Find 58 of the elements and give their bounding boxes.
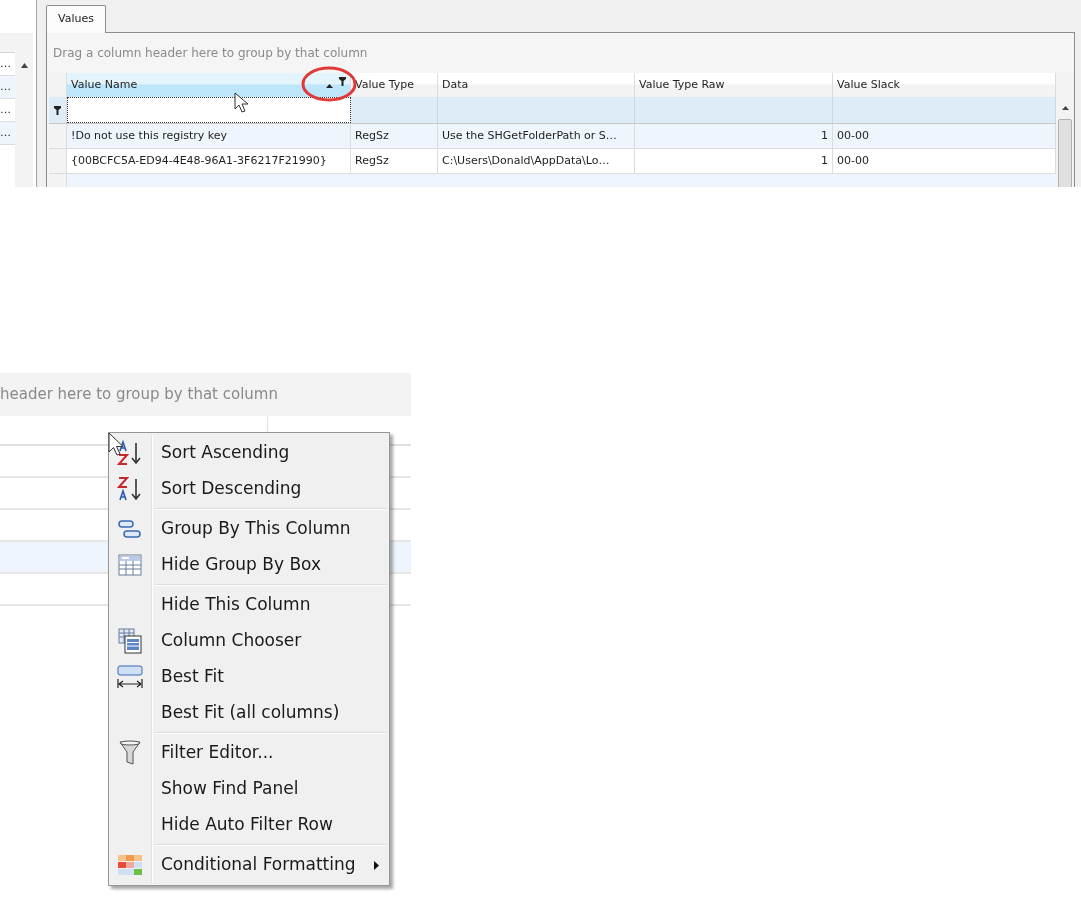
table-icon — [118, 554, 142, 576]
table-cell-text: 00-00 — [837, 127, 869, 144]
group-icon — [118, 519, 142, 539]
menu-item[interactable]: Show Find Panel — [109, 771, 389, 807]
column-header[interactable] — [0, 33, 15, 53]
menu-item[interactable]: Hide Auto Filter Row — [109, 807, 389, 843]
group-panel-hint: Drag a column header here to group by that column — [53, 45, 368, 62]
menu-item[interactable]: Group By This Column — [109, 511, 389, 547]
table-row[interactable]: … — [0, 122, 15, 145]
sort-ascending-icon — [326, 84, 333, 88]
scrollbar[interactable] — [15, 33, 33, 187]
table-cell-text: RegSz — [355, 127, 389, 144]
scroll-up-icon[interactable] — [1061, 106, 1069, 110]
column-header[interactable]: Value Name — [67, 73, 351, 97]
menu-item[interactable]: Hide Group By Box — [109, 547, 389, 583]
scrollbar[interactable] — [1056, 73, 1074, 187]
menu-item[interactable]: Best Fit (all columns) — [109, 695, 389, 731]
menu-item[interactable]: Column Chooser — [109, 623, 389, 659]
column-header[interactable]: Value Slack — [833, 73, 1056, 97]
filter-input[interactable] — [67, 97, 351, 123]
table-cell-text: … — [0, 55, 11, 72]
table-cell-text: … — [0, 78, 11, 95]
column-header[interactable]: Data — [438, 73, 635, 97]
grid-icon — [118, 855, 142, 875]
table-row[interactable]: !Do not use this registry key RegSz Use the SHGetFolderPath or S… 1 00-00 — [49, 124, 1056, 149]
table-row[interactable]: … — [0, 76, 15, 99]
cursor-icon — [234, 92, 250, 114]
table-cell-text: 1 — [821, 152, 828, 169]
table-cell-text: … — [0, 124, 11, 141]
scroll-up-icon[interactable] — [20, 63, 28, 68]
table-cell-text: 00-00 — [837, 152, 869, 169]
table-cell-text: !Do not use this registry key — [71, 127, 228, 144]
row-indicator[interactable] — [49, 124, 67, 148]
menu-item[interactable]: Hide This Column — [109, 587, 389, 623]
menu-item[interactable]: Sort Descending — [109, 471, 389, 507]
filter-icon[interactable] — [339, 77, 346, 86]
menu-item[interactable]: Filter Editor... — [109, 735, 389, 771]
menu-item[interactable]: Conditional Formatting — [109, 847, 389, 883]
column-header[interactable]: Value Type Raw — [635, 73, 833, 97]
sort-descending-icon — [117, 475, 143, 503]
table-row[interactable]: {00BCFC5A-ED94-4E48-96A1-3F6217F21990} RegSz C:\Users\Donald\AppData\Lo… 1 00-00 — [49, 149, 1056, 174]
tab[interactable]: Values — [46, 5, 106, 33]
menu-item[interactable]: Best Fit — [109, 659, 389, 695]
table-cell-text: {00BCFC5A-ED94-4E48-96A1-3F6217F21990} — [71, 152, 327, 169]
column-chooser-icon — [118, 628, 142, 654]
sort-ascending-icon — [117, 439, 143, 467]
filter-icon — [119, 740, 141, 766]
table-cell-text: 1 — [821, 127, 828, 144]
table-cell-text: RegSz — [355, 152, 389, 169]
filter-icon — [54, 105, 61, 115]
table-cell-text: … — [0, 101, 11, 118]
column-header[interactable] — [49, 73, 67, 97]
table-cell-text: Use the SHGetFolderPath or S… — [442, 127, 617, 144]
row-indicator[interactable] — [49, 149, 67, 173]
best-fit-icon — [117, 665, 143, 689]
table-cell-text: C:\Users\Donald\AppData\Lo… — [442, 152, 610, 169]
submenu-arrow-icon — [373, 860, 379, 870]
group-panel-hint: header here to group by that column — [0, 384, 278, 406]
